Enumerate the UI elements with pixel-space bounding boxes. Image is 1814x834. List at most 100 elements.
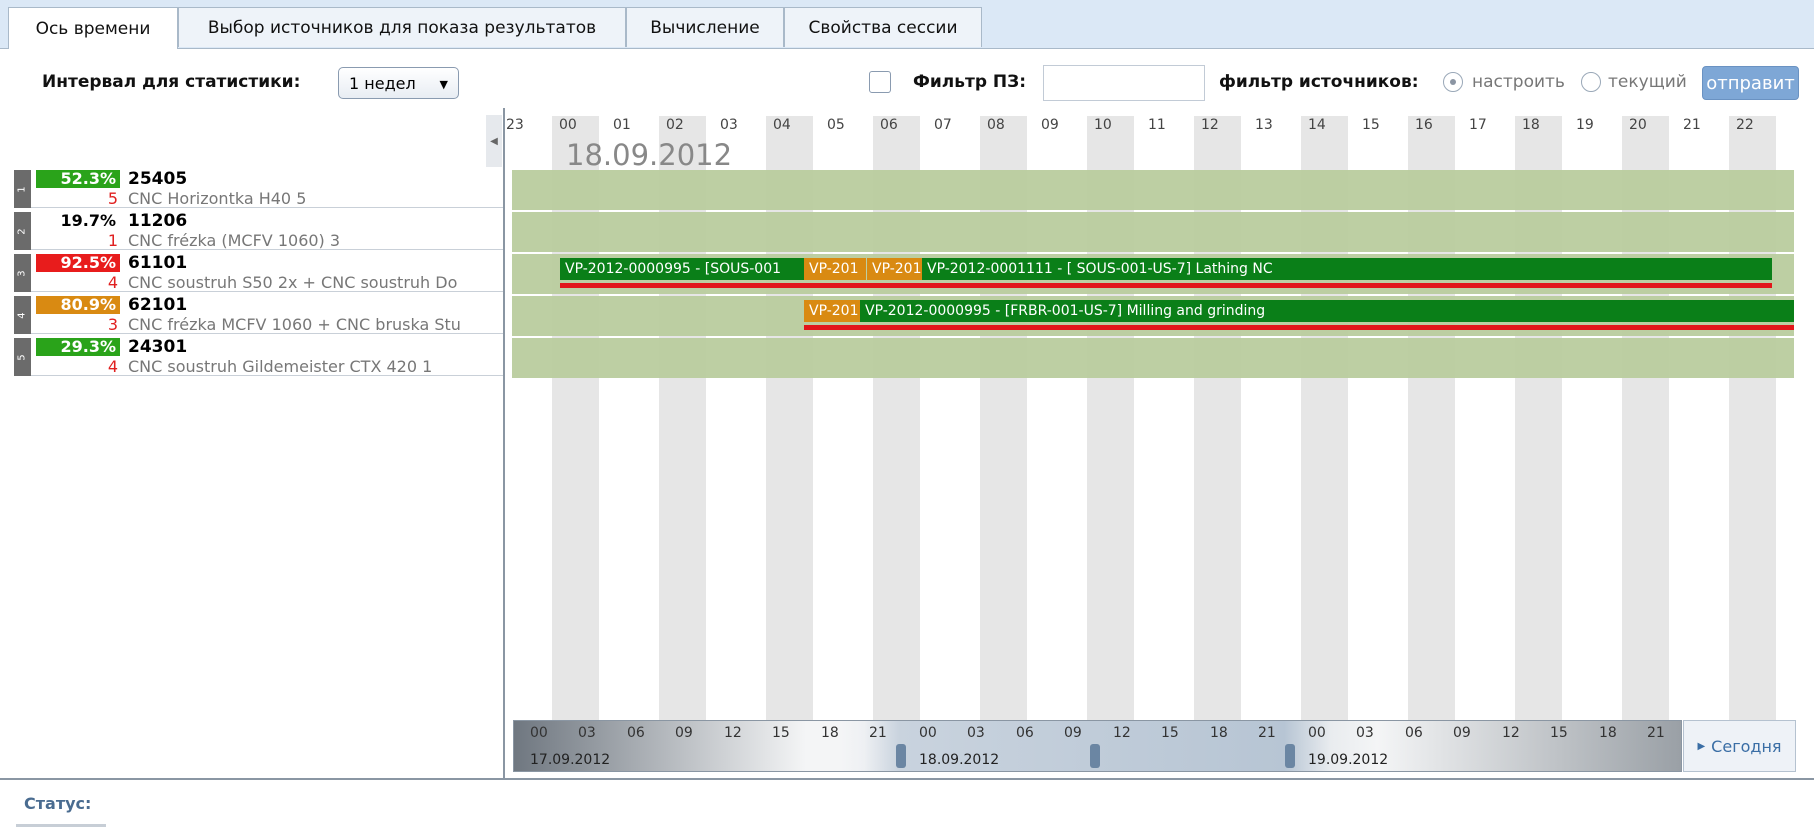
utilization-badge: 52.3% bbox=[36, 170, 120, 188]
status-label: Статус: bbox=[24, 794, 92, 813]
radio-current[interactable] bbox=[1581, 72, 1601, 92]
tab-session-properties[interactable]: Свойства сессии bbox=[784, 7, 982, 47]
resource-name: CNC Horizontka H40 5 bbox=[128, 189, 307, 208]
row-number: 5 bbox=[14, 338, 31, 376]
nav-hour: 18 bbox=[1599, 725, 1617, 741]
nav-hour: 09 bbox=[675, 725, 693, 741]
hour-label: 06 bbox=[880, 117, 898, 133]
nav-handle-left[interactable] bbox=[896, 744, 906, 768]
utilization-badge: 92.5% bbox=[36, 254, 120, 272]
tab-calculation[interactable]: Вычисление bbox=[626, 7, 784, 47]
hour-label: 11 bbox=[1148, 117, 1166, 133]
radio-configure[interactable] bbox=[1443, 72, 1463, 92]
hour-label: 15 bbox=[1362, 117, 1380, 133]
job-bar[interactable]: VP-2012-0001111 - [ SOUS-001-US-7] Lathi… bbox=[922, 258, 1772, 280]
resource-row[interactable]: 5 29.3% 24301 4 CNC soustruh Gildemeiste… bbox=[14, 336, 503, 376]
resource-id: 61101 bbox=[128, 253, 188, 273]
hour-label: 03 bbox=[720, 117, 738, 133]
nav-handle-right[interactable] bbox=[1285, 744, 1295, 768]
nav-hour: 12 bbox=[1502, 725, 1520, 741]
send-button[interactable]: отправит bbox=[1702, 66, 1799, 100]
resource-count: 1 bbox=[107, 231, 118, 250]
hour-label: 00 bbox=[559, 117, 577, 133]
nav-hour: 06 bbox=[1016, 725, 1034, 741]
resource-name: CNC frézka MCFV 1060 + CNC bruska Stu bbox=[128, 315, 461, 334]
resource-count: 4 bbox=[107, 357, 118, 376]
collapse-left-icon[interactable]: ◀ bbox=[486, 115, 502, 167]
resource-row[interactable]: 2 19.7% 11206 1 CNC frézka (MCFV 1060) 3 bbox=[14, 210, 503, 250]
status-bar: Статус: bbox=[0, 778, 1814, 834]
nav-hour: 00 bbox=[530, 725, 548, 741]
interval-label: Интервал для статистики: bbox=[42, 72, 301, 92]
job-bar[interactable]: VP-201 bbox=[804, 258, 866, 280]
utilization-badge: 80.9% bbox=[36, 296, 120, 314]
hour-label: 14 bbox=[1308, 117, 1326, 133]
row-number: 4 bbox=[14, 296, 31, 334]
chevron-down-icon: ▼ bbox=[439, 78, 448, 91]
tab-timeline[interactable]: Ось времени bbox=[8, 7, 178, 49]
utilization-badge: 29.3% bbox=[36, 338, 120, 356]
hour-label: 10 bbox=[1094, 117, 1112, 133]
nav-hour: 21 bbox=[1647, 725, 1665, 741]
job-bar[interactable]: VP-201 bbox=[804, 300, 860, 322]
resource-name: CNC frézka (MCFV 1060) 3 bbox=[128, 231, 341, 250]
filter-pz-label: Фильтр ПЗ: bbox=[913, 72, 1027, 92]
nav-hour: 03 bbox=[967, 725, 985, 741]
hour-label: 07 bbox=[934, 117, 952, 133]
resource-count: 5 bbox=[107, 189, 118, 208]
resource-lane[interactable] bbox=[512, 170, 1794, 210]
today-button[interactable]: ▶ Сегодня bbox=[1683, 720, 1796, 772]
nav-hour: 03 bbox=[1356, 725, 1374, 741]
timeline-navigator[interactable]: 00 03 06 09 12 15 18 21 17.09.2012 00 03… bbox=[510, 720, 1800, 772]
interval-select[interactable]: 1 недел ▼ bbox=[338, 67, 459, 99]
resource-id: 25405 bbox=[128, 169, 188, 189]
interval-value: 1 недел bbox=[349, 73, 416, 93]
nav-date: 19.09.2012 bbox=[1308, 752, 1389, 768]
resource-lane[interactable] bbox=[512, 212, 1794, 252]
nav-hour: 18 bbox=[1210, 725, 1228, 741]
tab-bar: Ось времени Выбор источников для показа … bbox=[0, 0, 1814, 49]
hour-label: 12 bbox=[1201, 117, 1219, 133]
late-indicator bbox=[560, 283, 1772, 288]
nav-hour: 09 bbox=[1453, 725, 1471, 741]
filter-pz-input[interactable] bbox=[1043, 65, 1205, 101]
nav-hour: 06 bbox=[1405, 725, 1423, 741]
timeline-date: 18.09.2012 bbox=[566, 138, 733, 172]
late-indicator bbox=[804, 325, 1794, 330]
resource-id: 24301 bbox=[128, 337, 188, 357]
hour-label: 16 bbox=[1415, 117, 1433, 133]
hour-label: 20 bbox=[1629, 117, 1647, 133]
job-bar[interactable]: VP-2012-0000995 - [SOUS-001 bbox=[560, 258, 804, 280]
resource-panel bbox=[14, 108, 505, 778]
job-bar[interactable]: VP-2012-0000995 - [FRBR-001-US-7] Millin… bbox=[860, 300, 1794, 322]
resource-count: 4 bbox=[107, 273, 118, 292]
today-label: Сегодня bbox=[1711, 736, 1782, 756]
hour-label: 04 bbox=[773, 117, 791, 133]
hour-label: 22 bbox=[1736, 117, 1754, 133]
nav-hour: 15 bbox=[1550, 725, 1568, 741]
resource-row[interactable]: 1 52.3% 25405 5 CNC Horizontka H40 5 bbox=[14, 168, 503, 208]
row-number: 1 bbox=[14, 170, 31, 208]
resource-row[interactable]: 4 80.9% 62101 3 CNC frézka MCFV 1060 + C… bbox=[14, 294, 503, 334]
tab-source-selection[interactable]: Выбор источников для показа результатов bbox=[178, 7, 626, 47]
source-filter-label: фильтр источников: bbox=[1219, 72, 1419, 92]
resource-lane[interactable] bbox=[512, 338, 1794, 378]
nav-hour: 15 bbox=[772, 725, 790, 741]
row-number: 3 bbox=[14, 254, 31, 292]
hour-label: 17 bbox=[1469, 117, 1487, 133]
hour-label: 19 bbox=[1576, 117, 1594, 133]
resource-count: 3 bbox=[107, 315, 118, 334]
resource-id: 62101 bbox=[128, 295, 188, 315]
hour-label: 21 bbox=[1683, 117, 1701, 133]
nav-hour: 06 bbox=[627, 725, 645, 741]
resource-row[interactable]: 3 92.5% 61101 4 CNC soustruh S50 2x + CN… bbox=[14, 252, 503, 292]
job-bar[interactable]: VP-201 bbox=[867, 258, 922, 280]
nav-hour: 18 bbox=[821, 725, 839, 741]
filter-pz-checkbox[interactable] bbox=[869, 71, 891, 93]
nav-handle-center[interactable] bbox=[1090, 744, 1100, 768]
utilization-badge: 19.7% bbox=[60, 211, 116, 230]
play-icon: ▶ bbox=[1697, 740, 1706, 752]
radio-current-label: текущий bbox=[1608, 72, 1687, 92]
nav-hour: 03 bbox=[578, 725, 596, 741]
status-underline bbox=[16, 824, 106, 827]
